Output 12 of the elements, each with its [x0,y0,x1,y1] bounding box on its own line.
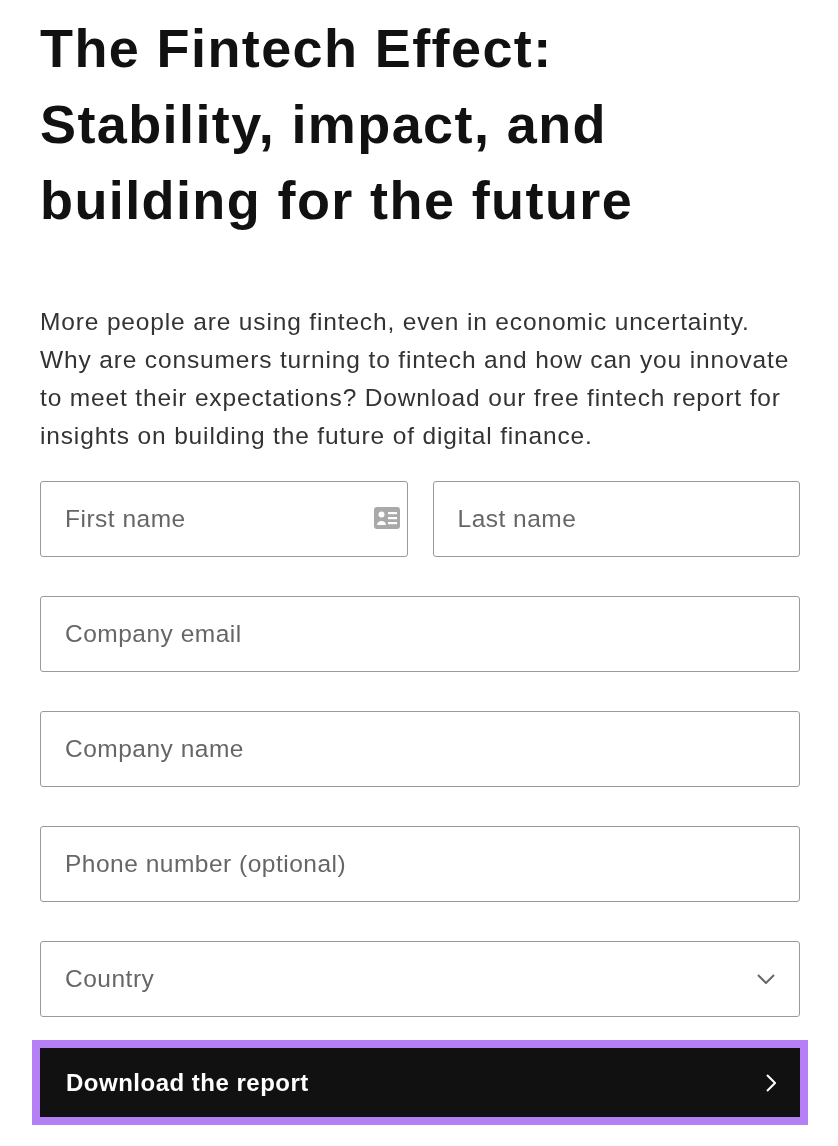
input-field[interactable]: Company name [40,711,800,787]
input-field[interactable]: Last name [432,481,800,557]
input-field[interactable]: Phone number (optional) [40,826,800,902]
dropdown-select[interactable]: Country [40,941,800,1017]
download-report-button[interactable]: Download the report [32,1040,808,1125]
chevron-down-icon [757,974,775,984]
input-field[interactable]: Company email [40,596,800,672]
intro-paragraph: More people are using fintech, even in economic uncertainty. Why are consumers turning to fintech and how can you innovate to meet their expectations? Download our free fintech report for insights on building the future of digital finance. [40,307,791,451]
input-field[interactable]: First name [40,481,408,557]
page-title: The Fintech Effect: Stability, impact, and building for the future [40,17,635,232]
chevron-right-icon [766,1073,776,1092]
contact-card-icon[interactable] [373,507,400,529]
